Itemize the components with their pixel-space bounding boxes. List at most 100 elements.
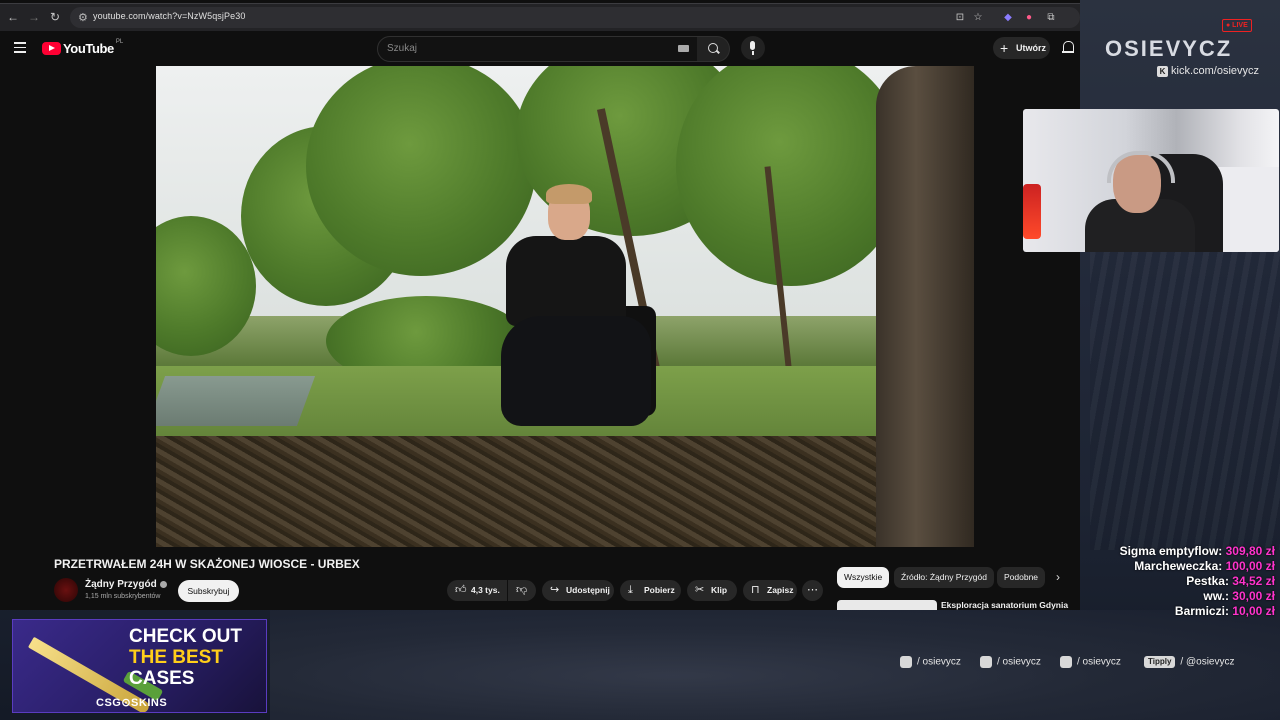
dislike-button[interactable]: 👎︎ — [508, 580, 536, 601]
donation-item: Marcheweczka: 100,00 zł — [1134, 559, 1275, 573]
video-player[interactable] — [156, 66, 974, 547]
scissors-icon: ✂ — [695, 584, 705, 596]
clip-button[interactable]: ✂ Klip — [687, 580, 737, 601]
donation-amount: 34,52 zł — [1232, 574, 1275, 588]
youtube-icon — [1060, 656, 1072, 668]
thumbs-up-icon: 👍︎ — [455, 584, 467, 596]
donor-name: Sigma emptyflow: — [1119, 544, 1223, 558]
donation-item: ww.: 30,00 zł — [1203, 589, 1275, 603]
install-icon[interactable]: ⊡ — [954, 12, 966, 24]
youtube-logo[interactable]: YouTube PL — [42, 39, 124, 56]
search-input[interactable]: Szukaj — [377, 36, 699, 62]
donation-item: Pestka: 34,52 zł — [1186, 574, 1275, 588]
reload-icon[interactable]: ↻ — [48, 10, 62, 24]
like-button[interactable]: 👍︎ 4,3 tys. — [447, 580, 507, 601]
webcam-feed — [1023, 109, 1279, 252]
video-title: PRZETRWAŁEM 24H W SKAŻONEJ WIOSCE - URBE… — [54, 557, 360, 571]
donor-name: Marcheweczka: — [1134, 559, 1223, 573]
recommendation-title[interactable]: Eksploracja sanatorium Gdynia — [941, 600, 1068, 610]
sponsor-ad-banner: CHECK OUT THE BEST CASES CSG⊙SKINS — [12, 619, 267, 713]
browser-window: ← → ↻ ⚙ youtube.com/watch?v=NzW5qsjPe30 … — [0, 0, 1080, 610]
ad-line-1: CHECK OUT — [129, 626, 242, 647]
youtube-logo-text: YouTube — [63, 40, 114, 56]
kick-handle: Kkick.com/osievycz — [1157, 65, 1259, 77]
video-ground — [156, 436, 974, 547]
search-icon — [708, 43, 718, 53]
kick-icon: K — [1157, 66, 1168, 77]
chip-similar[interactable]: Podobne — [997, 567, 1046, 588]
more-icon: ⋯ — [807, 584, 818, 596]
video-person-hair — [546, 184, 592, 204]
notifications-bell-icon[interactable] — [1062, 41, 1074, 54]
subscribe-button[interactable]: Subskrybuj — [178, 580, 239, 602]
ad-logo: CSG⊙SKINS — [96, 697, 168, 709]
forward-icon[interactable]: → — [27, 10, 41, 24]
donor-name: ww.: — [1203, 589, 1229, 603]
search-button[interactable] — [697, 36, 730, 62]
social-handle-text: / osievycz — [997, 656, 1041, 668]
video-tree — [306, 66, 536, 276]
video-info: PRZETRWAŁEM 24H W SKAŻONEJ WIOSCE - URBE… — [0, 547, 1080, 610]
donation-item: Barmiczi: 10,00 zł — [1175, 604, 1275, 618]
url-field[interactable]: ⚙ youtube.com/watch?v=NzW5qsjPe30 ⊡ ☆ ◆ … — [70, 7, 1080, 28]
menu-icon[interactable] — [14, 42, 26, 53]
donation-amount: 100,00 zł — [1225, 559, 1275, 573]
keyboard-icon[interactable] — [678, 45, 689, 52]
youtube-play-icon — [42, 41, 61, 55]
live-badge: ● LIVE — [1222, 19, 1252, 32]
channel-avatar[interactable] — [54, 578, 78, 602]
chevron-right-icon[interactable]: › — [1056, 570, 1060, 584]
extension-icon[interactable]: ◆ — [1002, 12, 1014, 24]
video-water — [156, 376, 316, 426]
recommendation-thumbnail[interactable] — [837, 600, 937, 610]
more-actions-button[interactable]: ⋯ — [802, 580, 823, 601]
tipply-badge: Tipply — [1144, 656, 1176, 668]
donation-item: Sigma emptyflow: 309,80 zł — [1120, 544, 1275, 558]
verified-icon — [159, 580, 167, 588]
streamer-brand: OSIEVYCZ — [1105, 36, 1233, 61]
subscriber-count: 1,15 mln subskrybentów — [85, 593, 161, 600]
overlay-wall-texture — [1090, 250, 1280, 550]
country-code: PL — [115, 39, 124, 45]
webcam-bottle — [1023, 184, 1041, 239]
channel-name[interactable]: Żądny Przygód — [85, 579, 167, 590]
social-handle-text: / osievycz — [1077, 656, 1121, 668]
donor-name: Barmiczi: — [1174, 604, 1229, 618]
chip-source[interactable]: Źródło: Żądny Przygód — [894, 567, 994, 588]
social-tipply: Tipply / @osievycz — [1144, 656, 1234, 668]
share-button[interactable]: ↪ Udostępnij — [542, 580, 614, 601]
donor-name: Pestka: — [1186, 574, 1229, 588]
microphone-icon[interactable] — [741, 36, 765, 60]
youtube-header: YouTube PL Szukaj + Utwórz — [0, 31, 1080, 66]
back-icon[interactable]: ← — [6, 10, 20, 24]
social-handle-text: / osievycz — [917, 656, 961, 668]
download-icon: ⤓ — [628, 584, 633, 596]
search-placeholder: Szukaj — [387, 43, 418, 54]
social-instagram: / osievycz — [900, 656, 961, 668]
chip-all[interactable]: Wszystkie — [837, 567, 890, 588]
save-button[interactable]: ⊓ Zapisz — [743, 580, 797, 601]
social-tiktok: / osievycz — [980, 656, 1041, 668]
browser-address-bar: ← → ↻ ⚙ youtube.com/watch?v=NzW5qsjPe30 … — [0, 3, 1080, 31]
thumbs-down-icon: 👎︎ — [516, 584, 528, 596]
video-person-body — [506, 236, 626, 326]
donation-amount: 309,80 zł — [1225, 544, 1275, 558]
site-info-icon[interactable]: ⚙ — [78, 11, 88, 24]
video-big-trunk — [876, 66, 974, 547]
puzzle-icon[interactable]: ⧉ — [1045, 12, 1057, 24]
tiktok-icon — [980, 656, 992, 668]
kick-handle-text: kick.com/osievycz — [1171, 65, 1260, 77]
url-text: youtube.com/watch?v=NzW5qsjPe30 — [93, 11, 246, 21]
ad-line-2: THE BEST — [129, 647, 223, 668]
social-youtube: / osievycz — [1060, 656, 1121, 668]
share-icon: ↪ — [550, 584, 560, 596]
create-button[interactable]: + Utwórz — [993, 37, 1050, 59]
video-backpack — [501, 316, 651, 426]
plus-icon: + — [1000, 40, 1009, 56]
download-button[interactable]: ⤓ Pobierz — [620, 580, 681, 601]
bookmark-icon: ⊓ — [751, 584, 760, 596]
donation-amount: 30,00 zł — [1232, 589, 1275, 603]
star-icon[interactable]: ☆ — [972, 12, 984, 24]
instagram-icon — [900, 656, 912, 668]
extension-icon[interactable]: ● — [1023, 12, 1035, 24]
